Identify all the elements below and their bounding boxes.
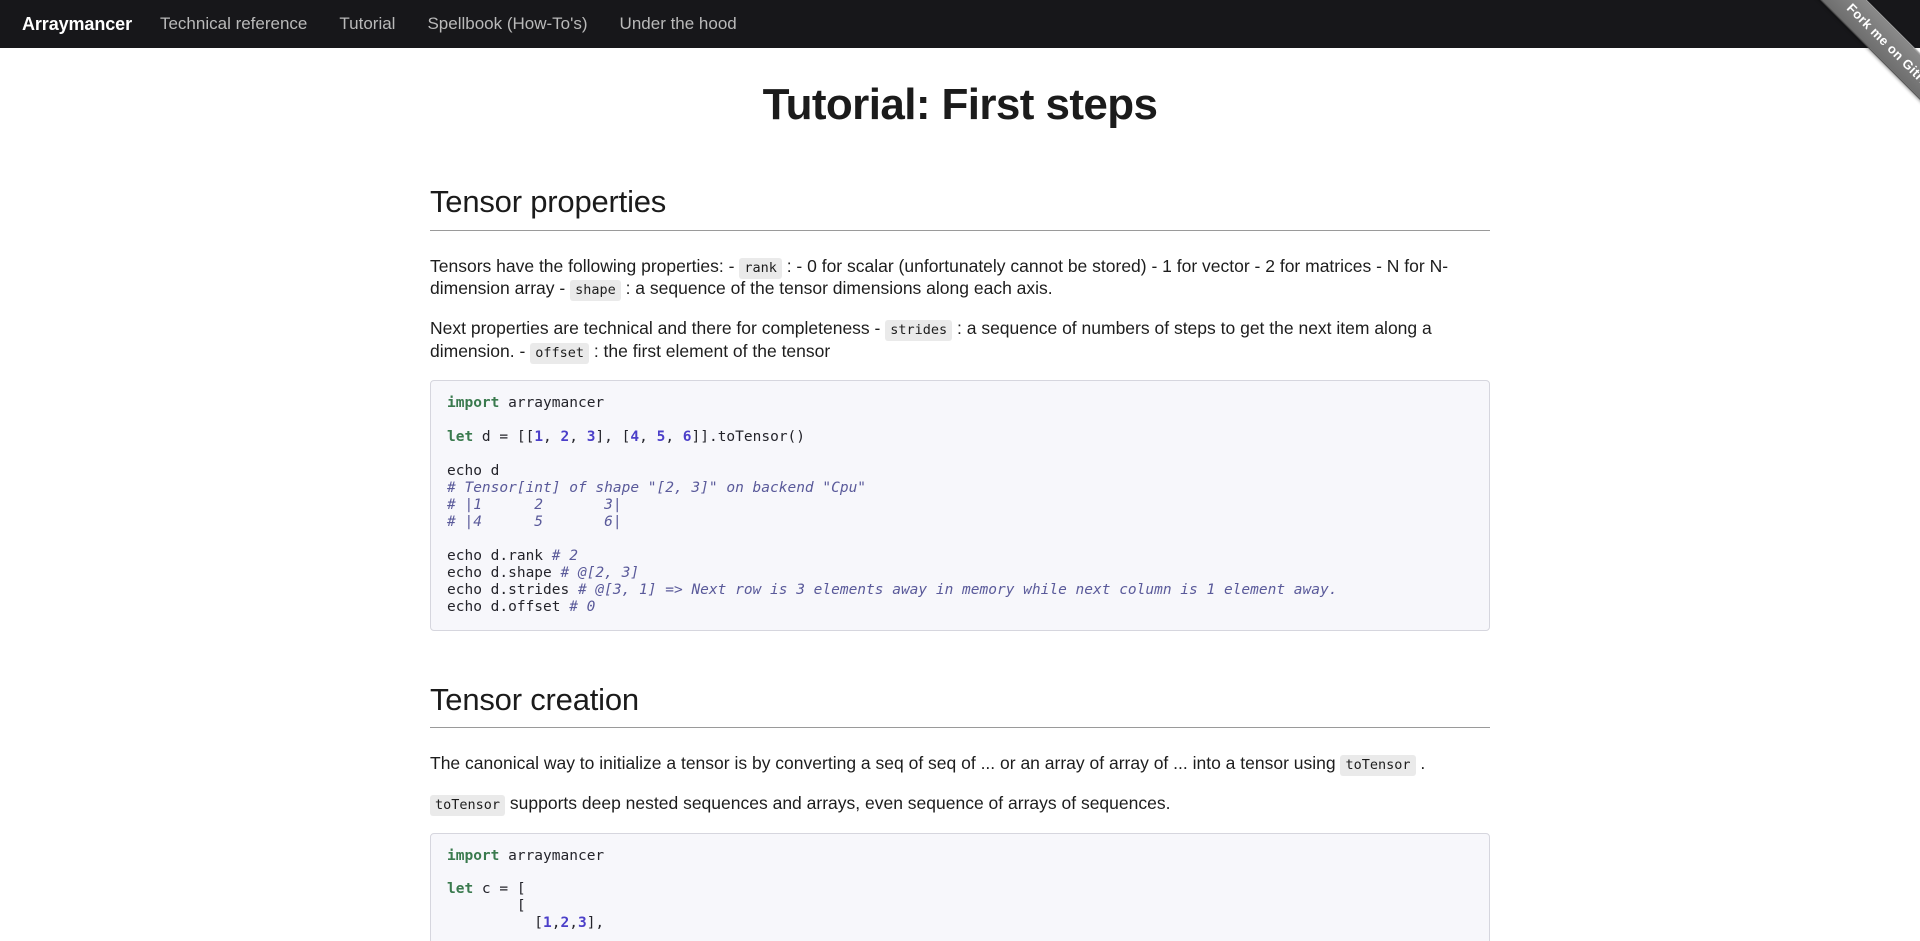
code-token-num: 3 [577, 915, 587, 932]
page-title: Tutorial: First steps [762, 80, 1158, 129]
nav-link-technical-reference[interactable]: Technical reference [144, 0, 323, 48]
code-token-pl: , [569, 429, 587, 446]
code-token-kw: import [447, 847, 500, 864]
code-token-pl: , [543, 429, 561, 446]
paragraph-text: : the first element of the tensor [588, 340, 831, 361]
code-token-com: # |4 5 6| [447, 513, 622, 530]
paragraph-text: : a sequence of the tensor dimensions al… [620, 277, 1053, 298]
code-token-com: # 2 [551, 547, 578, 564]
nav-link-spellbook[interactable]: Spellbook (How-To's) [411, 0, 603, 48]
code-token-pl: [ [447, 898, 526, 915]
nav-brand-arraymancer[interactable]: Arraymancer [10, 0, 144, 48]
paragraph: Tensors have the following properties: -… [430, 255, 1490, 301]
main-content: Tensor properties Tensors have the follow… [430, 129, 1490, 941]
code-token-pl: [ [447, 915, 544, 932]
code-token-com: # |1 2 3| [447, 496, 622, 513]
code-token-kw: import [447, 395, 500, 412]
code-token-pl: c = [ [473, 881, 526, 898]
code-token-pl: ], [586, 915, 605, 932]
code-token-kw: let [447, 881, 474, 898]
section-heading-tensor-creation: Tensor creation [430, 681, 1490, 728]
section-heading-tensor-properties: Tensor properties [430, 183, 1490, 231]
paragraph: Next properties are technical and there … [430, 317, 1490, 364]
inline-code-strides: strides [885, 320, 953, 342]
code-token-com: # @[3, 1] => Next row is 3 elements away… [577, 581, 1338, 598]
inline-code-rank: rank [739, 257, 782, 279]
top-navigation-bar: Arraymancer Technical reference Tutorial… [0, 0, 1920, 48]
sections-root: Tensor properties Tensors have the follow… [430, 183, 1490, 941]
code-token-num: 6 [682, 429, 692, 446]
code-token-pl: , [665, 429, 683, 446]
code-token-num: 2 [560, 915, 570, 932]
code-token-num: 2 [560, 429, 570, 446]
code-token-pl: ]].toTensor() [691, 429, 806, 446]
inline-code-offset: offset [530, 342, 589, 364]
code-token-pl: ], [ [595, 429, 631, 446]
code-token-num: 5 [656, 429, 666, 446]
paragraph-text: Tensors have the following properties: - [430, 255, 740, 276]
page-body: Tutorial: First steps Tensor properties T… [0, 48, 1920, 941]
code-token-kw: let [447, 429, 474, 446]
code-token-pl: echo d [447, 462, 500, 479]
paragraph-text: . [1415, 752, 1426, 773]
code-token-pl: echo d.shape [447, 564, 561, 581]
code-token-num: 4 [630, 429, 640, 446]
paragraph: The canonical way to initialize a tensor… [430, 752, 1490, 776]
paragraph: toTensor supports deep nested sequences … [430, 792, 1490, 817]
code-token-com: # @[2, 3] [560, 564, 640, 581]
paragraph-text: The canonical way to initialize a tensor… [430, 752, 1341, 773]
section-tensor-properties: Tensor properties Tensors have the follow… [430, 183, 1490, 631]
code-token-pl: , [639, 429, 657, 446]
code-token-pl: arraymancer [499, 847, 605, 864]
section-tensor-creation: Tensor creation The canonical way to init… [430, 681, 1490, 941]
inline-code-totensor: toTensor [430, 795, 506, 817]
nav-link-tutorial[interactable]: Tutorial [323, 0, 411, 48]
code-token-num: 1 [534, 429, 544, 446]
inline-code-totensor: toTensor [1340, 754, 1416, 776]
code-token-pl: echo d.rank [447, 547, 552, 564]
paragraph-text: Next properties are technical and there … [430, 318, 886, 339]
code-token-pl: d = [[ [473, 429, 535, 446]
code-token-pl: echo d.strides [447, 581, 578, 598]
code-block-tensor-creation[interactable]: import arraymancer let c = [ [ [1,2,3], [430, 832, 1490, 941]
code-block-tensor-properties[interactable]: import arraymancer let d = [[1, 2, 3], [… [430, 380, 1490, 631]
paragraph-text: supports deep nested sequences and array… [505, 793, 1171, 814]
inline-code-shape: shape [570, 279, 621, 301]
code-token-com: # Tensor[int] of shape "[2, 3]" on backe… [447, 479, 867, 496]
code-token-pl: arraymancer [499, 395, 605, 412]
code-token-pl: , [569, 915, 578, 932]
code-token-pl: , [551, 915, 561, 932]
nav-link-under-the-hood[interactable]: Under the hood [604, 0, 753, 48]
code-token-pl: echo d.offset [447, 598, 570, 615]
code-token-com: # 0 [569, 598, 596, 615]
code-token-num: 1 [543, 915, 552, 932]
